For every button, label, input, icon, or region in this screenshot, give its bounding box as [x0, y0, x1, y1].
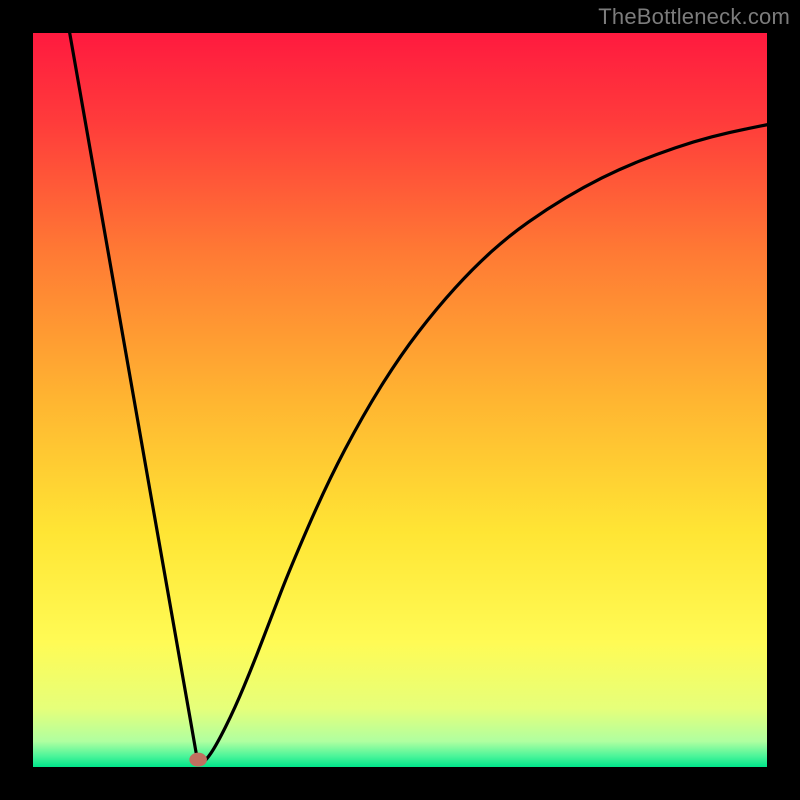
plot-background	[33, 33, 767, 767]
optimal-point-marker	[189, 753, 207, 767]
chart-container: { "attribution": "TheBottleneck.com", "c…	[0, 0, 800, 800]
bottleneck-chart	[0, 0, 800, 800]
attribution-text: TheBottleneck.com	[598, 4, 790, 30]
